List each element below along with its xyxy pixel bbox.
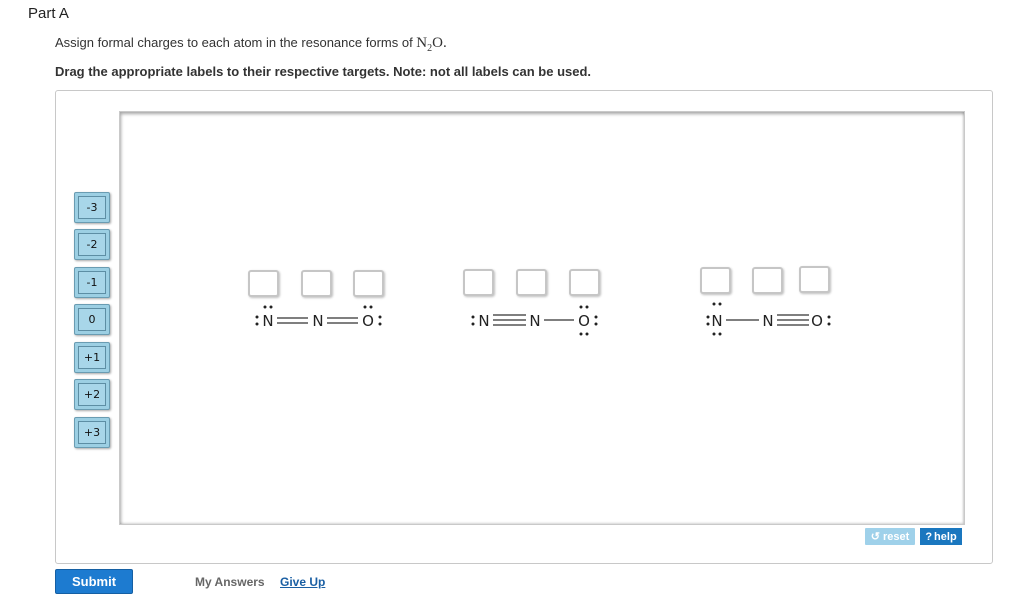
drop-target-s3-n1[interactable] <box>700 267 731 294</box>
drop-target-s1-n2[interactable] <box>301 270 332 297</box>
drop-target-s1-o[interactable] <box>353 270 384 297</box>
my-answers-link[interactable]: My Answers <box>195 575 265 589</box>
submit-button[interactable]: Submit <box>55 569 133 594</box>
label-tile[interactable]: -3 <box>74 192 110 223</box>
reset-label: reset <box>882 530 910 543</box>
formula-tail: O. <box>432 35 447 51</box>
drop-target-s1-n1[interactable] <box>248 270 279 297</box>
question-text: Assign formal charges to each atom in th… <box>55 35 447 54</box>
part-title: Part A <box>28 5 69 22</box>
label-value: +1 <box>78 346 106 369</box>
formula-main: N <box>416 35 428 51</box>
label-tile[interactable]: -1 <box>74 267 110 298</box>
instruction-text: Drag the appropriate labels to their res… <box>55 64 592 79</box>
atom-n2: N <box>762 312 773 330</box>
label-value: -2 <box>78 233 106 256</box>
help-icon: ? <box>925 530 933 543</box>
atom-o: O <box>362 312 374 330</box>
drop-target-s2-o[interactable] <box>569 269 600 296</box>
drop-target-s3-n2[interactable] <box>752 267 783 294</box>
atom-n1: N <box>262 312 273 330</box>
lewis-structure-2-drawing: N N O <box>471 305 598 336</box>
atom-o: O <box>811 312 823 330</box>
label-value: -3 <box>78 196 106 219</box>
help-button[interactable]: ? help <box>920 528 962 545</box>
atom-o: O <box>578 312 590 330</box>
label-value: -1 <box>78 271 106 294</box>
lewis-structure-2: N N O <box>466 298 606 348</box>
formula: N2O. <box>416 35 447 54</box>
reset-icon: ↺ <box>870 531 880 543</box>
drop-target-s2-n2[interactable] <box>516 269 547 296</box>
give-up-link[interactable]: Give Up <box>280 575 325 589</box>
label-value: 0 <box>78 308 106 331</box>
atom-n2: N <box>529 312 540 330</box>
lewis-structure-1-drawing: N N O <box>255 305 382 330</box>
atom-n1: N <box>478 312 489 330</box>
atom-n1: N <box>711 312 722 330</box>
drop-target-s3-o[interactable] <box>799 266 830 293</box>
lewis-structure-3: N N O <box>701 298 841 348</box>
label-tile[interactable]: +1 <box>74 342 110 373</box>
help-label: help <box>934 530 957 543</box>
lewis-structure-1: N N O <box>250 298 390 348</box>
label-value: +3 <box>78 421 106 444</box>
lewis-structure-3-drawing: N N O <box>706 302 831 336</box>
question-prefix: Assign formal charges to each atom in th… <box>55 35 417 50</box>
drop-target-s2-n1[interactable] <box>463 269 494 296</box>
label-value: +2 <box>78 383 106 406</box>
label-tile[interactable]: 0 <box>74 304 110 335</box>
atom-n2: N <box>312 312 323 330</box>
reset-button[interactable]: ↺ reset <box>865 528 915 545</box>
label-tile[interactable]: +2 <box>74 379 110 410</box>
label-tile[interactable]: -2 <box>74 229 110 260</box>
label-tile[interactable]: +3 <box>74 417 110 448</box>
